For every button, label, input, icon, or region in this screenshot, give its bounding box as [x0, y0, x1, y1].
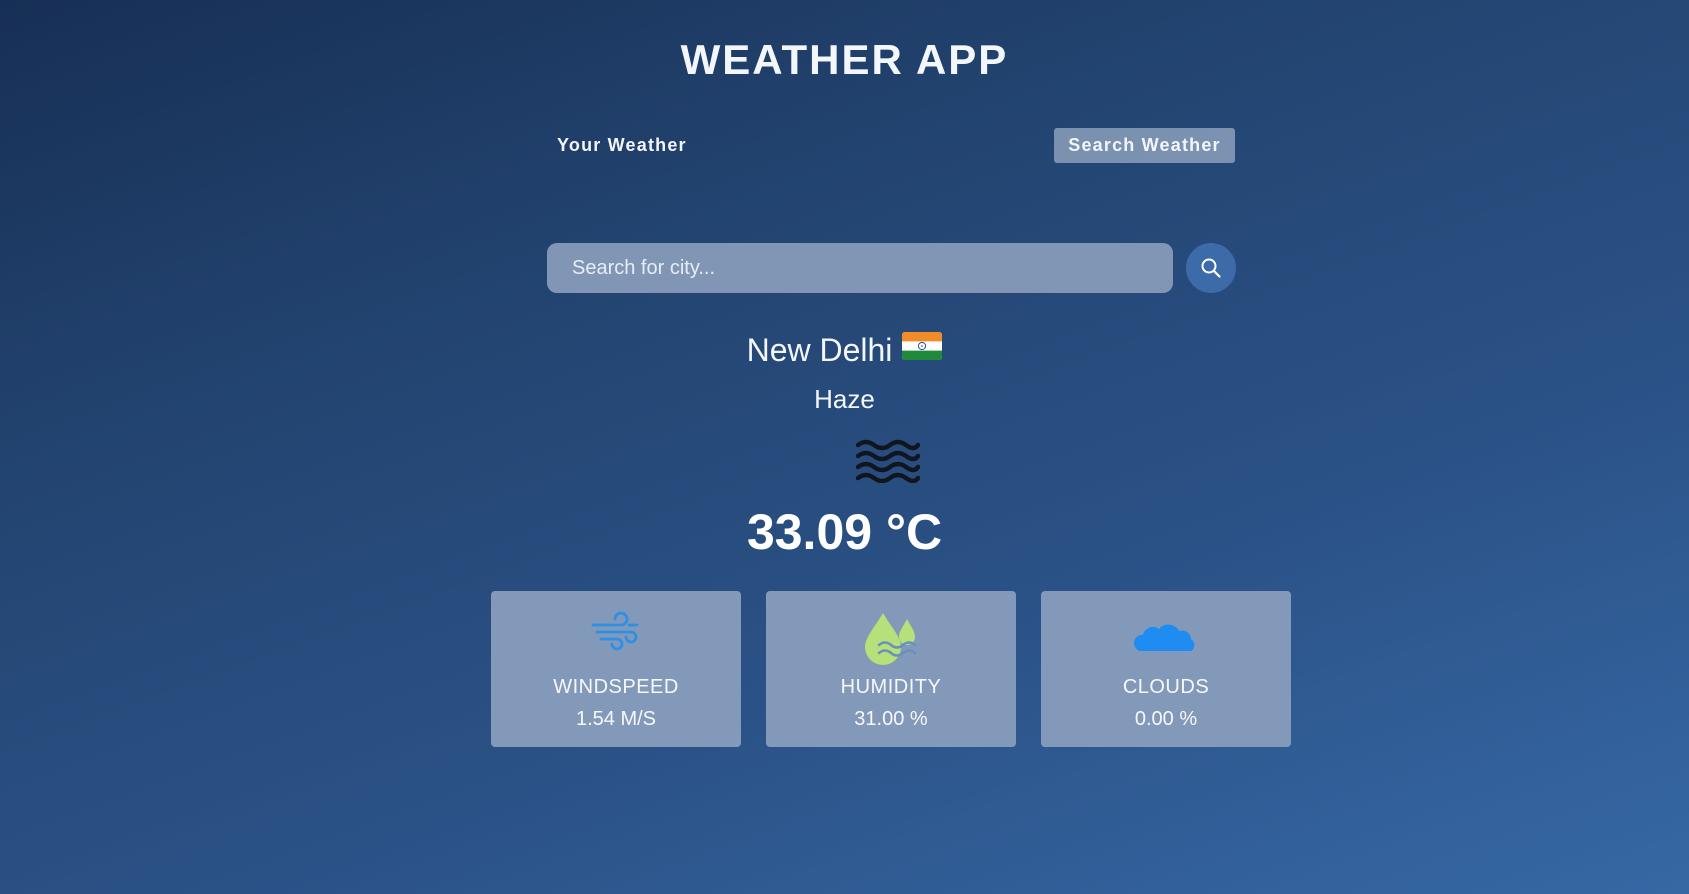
humidity-value: 31.00 %: [854, 708, 928, 730]
windspeed-label: WINDSPEED: [553, 676, 679, 698]
india-flag-icon: [902, 331, 943, 368]
city-heading: New Delhi: [0, 332, 1689, 369]
humidity-card: HUMIDITY 31.00 %: [766, 591, 1016, 747]
clouds-label: CLOUDS: [1122, 676, 1210, 698]
city-name: New Delhi: [746, 332, 893, 368]
clouds-value: 0.00 %: [1134, 708, 1198, 730]
search-button[interactable]: [1186, 243, 1236, 293]
haze-icon: [856, 439, 920, 483]
humidity-label: HUMIDITY: [840, 676, 942, 698]
weather-condition: Haze: [814, 384, 875, 414]
humidity-icon: [865, 613, 917, 665]
tab-your-weather[interactable]: Your Weather: [557, 128, 687, 163]
windspeed-card: WINDSPEED 1.54 M/S: [491, 591, 741, 747]
search-icon: [1201, 258, 1221, 278]
app-title: WEATHER APP: [680, 36, 1009, 83]
search-input[interactable]: [547, 243, 1173, 293]
wind-icon: [591, 611, 639, 651]
cloud-icon: [1133, 624, 1195, 651]
windspeed-value: 1.54 M/S: [575, 708, 657, 730]
tab-search-weather[interactable]: Search Weather: [1054, 128, 1235, 163]
clouds-card: CLOUDS 0.00 %: [1041, 591, 1291, 747]
temperature: 33.09 °C: [746, 504, 943, 560]
